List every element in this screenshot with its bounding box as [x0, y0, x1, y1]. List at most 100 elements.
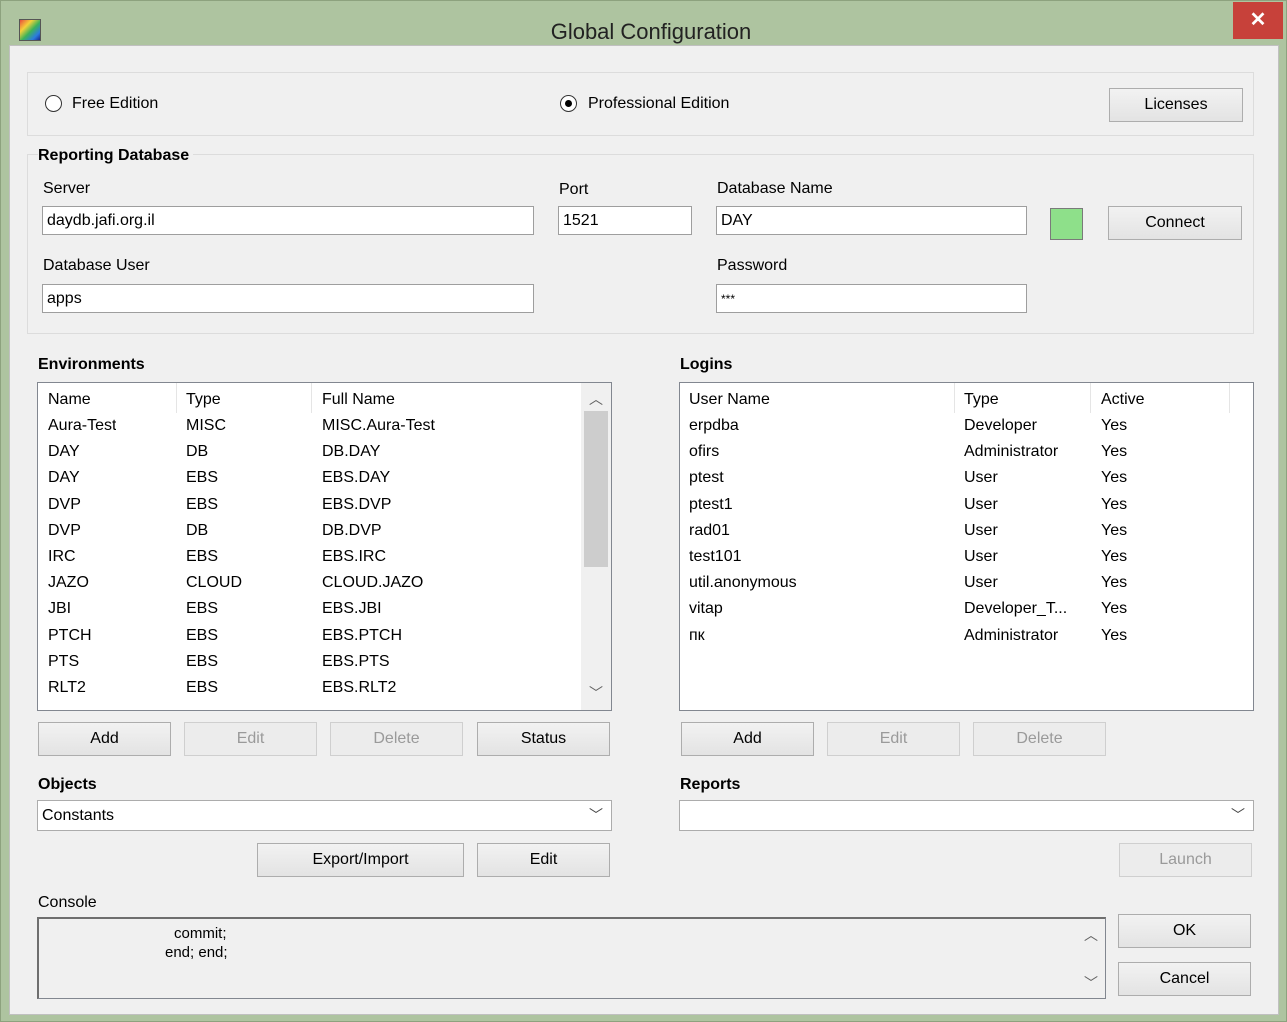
- logins-row-cell[interactable]: User: [964, 496, 998, 514]
- environments-row-cell[interactable]: EBS: [186, 600, 218, 618]
- environments-row-cell[interactable]: EBS: [186, 469, 218, 487]
- console-output[interactable]: commit; end; end; ︿ ﹀: [37, 917, 1106, 999]
- environments-scrollbar[interactable]: ︿ ﹀: [581, 383, 611, 710]
- logins-list[interactable]: User Name Type Active erpdba Developer Yes…: [679, 382, 1254, 711]
- close-button[interactable]: ✕: [1233, 2, 1283, 39]
- environments-row-cell[interactable]: DAY: [48, 443, 80, 461]
- logins-row-cell[interactable]: vitap: [689, 600, 723, 618]
- environments-column-header[interactable]: Name: [48, 391, 91, 409]
- connect-button[interactable]: Connect: [1108, 206, 1242, 240]
- environments-row-cell[interactable]: CLOUD.JAZO: [322, 574, 423, 592]
- port-input[interactable]: 1521: [558, 206, 692, 235]
- environments-row-cell[interactable]: CLOUD: [186, 574, 242, 592]
- objects-dropdown[interactable]: Constants ﹀: [37, 800, 612, 831]
- environments-column-header[interactable]: Full Name: [322, 391, 395, 409]
- connection-status-indicator: [1050, 208, 1083, 240]
- environments-row-cell[interactable]: EBS.PTS: [322, 653, 390, 671]
- environments-row-cell[interactable]: EBS.DAY: [322, 469, 390, 487]
- logins-row-cell[interactable]: Developer: [964, 417, 1037, 435]
- ok-button[interactable]: OK: [1118, 914, 1251, 948]
- environments-row-cell[interactable]: PTCH: [48, 627, 92, 645]
- logins-row-cell[interactable]: util.anonymous: [689, 574, 797, 592]
- environments-row-cell[interactable]: JBI: [48, 600, 71, 618]
- scroll-down-icon[interactable]: ﹀: [1079, 973, 1103, 993]
- environments-row-cell[interactable]: EBS: [186, 496, 218, 514]
- environments-row-cell[interactable]: EBS.DVP: [322, 496, 391, 514]
- environments-edit-button[interactable]: Edit: [184, 722, 317, 756]
- logins-row-cell[interactable]: User: [964, 469, 998, 487]
- environments-add-button[interactable]: Add: [38, 722, 171, 756]
- logins-row-cell[interactable]: Yes: [1101, 574, 1127, 592]
- logins-row-cell[interactable]: пк: [689, 627, 705, 645]
- logins-row-cell[interactable]: Administrator: [964, 627, 1058, 645]
- logins-row-cell[interactable]: User: [964, 574, 998, 592]
- logins-column-header[interactable]: Active: [1101, 391, 1145, 409]
- scroll-up-icon[interactable]: ︿: [1079, 925, 1103, 945]
- environments-column-header[interactable]: Type: [186, 391, 221, 409]
- logins-row-cell[interactable]: Yes: [1101, 600, 1127, 618]
- environments-delete-button[interactable]: Delete: [330, 722, 463, 756]
- environments-row-cell[interactable]: DB: [186, 522, 208, 540]
- environments-status-button[interactable]: Status: [477, 722, 610, 756]
- environments-row-cell[interactable]: RLT2: [48, 679, 86, 697]
- environments-row-cell[interactable]: EBS: [186, 679, 218, 697]
- reports-dropdown[interactable]: ﹀: [679, 800, 1254, 831]
- objects-edit-button[interactable]: Edit: [477, 843, 610, 877]
- logins-delete-button[interactable]: Delete: [973, 722, 1106, 756]
- logins-row-cell[interactable]: Yes: [1101, 443, 1127, 461]
- logins-edit-button[interactable]: Edit: [827, 722, 960, 756]
- export-import-button[interactable]: Export/Import: [257, 843, 464, 877]
- environments-row-cell[interactable]: EBS: [186, 653, 218, 671]
- environments-row-cell[interactable]: MISC: [186, 417, 226, 435]
- logins-row-cell[interactable]: Yes: [1101, 496, 1127, 514]
- logins-row-cell[interactable]: Yes: [1101, 469, 1127, 487]
- environments-row-cell[interactable]: DB: [186, 443, 208, 461]
- environments-row-cell[interactable]: EBS: [186, 548, 218, 566]
- environments-row-cell[interactable]: MISC.Aura-Test: [322, 417, 435, 435]
- free-edition-radio[interactable]: [45, 95, 62, 112]
- scroll-up-icon[interactable]: ︿: [581, 389, 611, 409]
- environments-row-cell[interactable]: EBS.IRC: [322, 548, 386, 566]
- logins-row-cell[interactable]: User: [964, 548, 998, 566]
- licenses-button[interactable]: Licenses: [1109, 88, 1243, 122]
- logins-row-cell[interactable]: ofirs: [689, 443, 719, 461]
- logins-column-header[interactable]: User Name: [689, 391, 770, 409]
- logins-row-cell[interactable]: ptest: [689, 469, 724, 487]
- scroll-thumb[interactable]: [584, 411, 608, 567]
- password-input[interactable]: ***: [716, 284, 1027, 313]
- scroll-down-icon[interactable]: ﹀: [581, 683, 611, 703]
- environments-row-cell[interactable]: EBS.RLT2: [322, 679, 396, 697]
- logins-row-cell[interactable]: Administrator: [964, 443, 1058, 461]
- logins-row-cell[interactable]: ptest1: [689, 496, 733, 514]
- logins-add-button[interactable]: Add: [681, 722, 814, 756]
- cancel-button[interactable]: Cancel: [1118, 962, 1251, 996]
- environments-row-cell[interactable]: DB.DVP: [322, 522, 382, 540]
- logins-row-cell[interactable]: test101: [689, 548, 741, 566]
- environments-row-cell[interactable]: DVP: [48, 496, 81, 514]
- logins-row-cell[interactable]: Yes: [1101, 522, 1127, 540]
- environments-row-cell[interactable]: DVP: [48, 522, 81, 540]
- environments-row-cell[interactable]: EBS.PTCH: [322, 627, 402, 645]
- server-input[interactable]: daydb.jafi.org.il: [42, 206, 534, 235]
- environments-row-cell[interactable]: EBS: [186, 627, 218, 645]
- environments-row-cell[interactable]: DAY: [48, 469, 80, 487]
- logins-row-cell[interactable]: User: [964, 522, 998, 540]
- logins-column-header[interactable]: Type: [964, 391, 999, 409]
- logins-row-cell[interactable]: rad01: [689, 522, 730, 540]
- environments-row-cell[interactable]: DB.DAY: [322, 443, 380, 461]
- environments-list[interactable]: Name Type Full Name Aura-Test MISC MISC.Au…: [37, 382, 612, 711]
- database-name-input[interactable]: DAY: [716, 206, 1027, 235]
- professional-edition-radio[interactable]: [560, 95, 577, 112]
- environments-row-cell[interactable]: PTS: [48, 653, 79, 671]
- environments-row-cell[interactable]: EBS.JBI: [322, 600, 382, 618]
- database-user-input[interactable]: apps: [42, 284, 534, 313]
- logins-row-cell[interactable]: Yes: [1101, 417, 1127, 435]
- environments-row-cell[interactable]: Aura-Test: [48, 417, 116, 435]
- environments-row-cell[interactable]: IRC: [48, 548, 76, 566]
- logins-row-cell[interactable]: Yes: [1101, 627, 1127, 645]
- environments-row-cell[interactable]: JAZO: [48, 574, 89, 592]
- launch-button[interactable]: Launch: [1119, 843, 1252, 877]
- logins-row-cell[interactable]: Yes: [1101, 548, 1127, 566]
- logins-row-cell[interactable]: Developer_T...: [964, 600, 1067, 618]
- logins-row-cell[interactable]: erpdba: [689, 417, 739, 435]
